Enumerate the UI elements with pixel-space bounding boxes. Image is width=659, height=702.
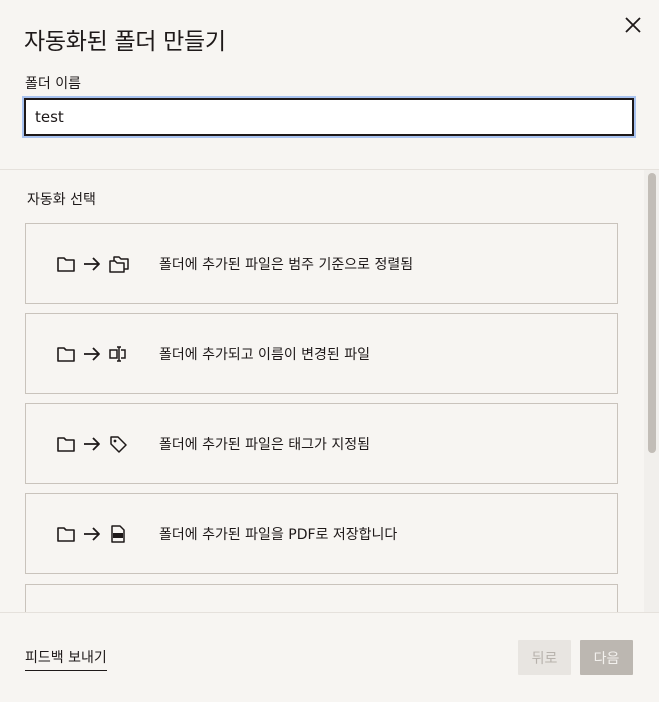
tag-icon: [110, 435, 127, 453]
close-button[interactable]: [620, 12, 646, 38]
folder-name-label: 폴더 이름: [25, 76, 81, 92]
option-icons: [56, 345, 128, 363]
automation-options-list[interactable]: 자동화 선택 폴더에 추가된 파일은 범주 기준으로 정렬됨 폴더에 추가되고 …: [0, 170, 644, 612]
folder-icon: [57, 526, 75, 542]
automation-option-partial[interactable]: [25, 584, 618, 612]
folder-icon: [57, 346, 75, 362]
option-label: 폴더에 추가된 파일은 태그가 지정됨: [159, 436, 370, 453]
arrow-right-icon: [84, 256, 100, 271]
automation-option-sort-by-category[interactable]: 폴더에 추가된 파일은 범주 기준으로 정렬됨: [25, 223, 618, 304]
automation-option-tag-files[interactable]: 폴더에 추가된 파일은 태그가 지정됨: [25, 403, 618, 484]
automation-option-save-as-pdf[interactable]: 폴더에 추가된 파일을 PDF로 저장합니다: [25, 493, 618, 574]
automation-section-label: 자동화 선택: [27, 192, 96, 208]
automation-option-rename-files[interactable]: 폴더에 추가되고 이름이 변경된 파일: [25, 313, 618, 394]
option-label: 폴더에 추가된 파일을 PDF로 저장합니다: [159, 526, 398, 543]
folder-icon: [57, 256, 75, 272]
option-label: 폴더에 추가된 파일은 범주 기준으로 정렬됨: [159, 256, 414, 273]
option-icons: [56, 524, 128, 543]
close-icon: [625, 17, 641, 33]
create-automated-folder-dialog: 자동화된 폴더 만들기 폴더 이름 자동화 선택 폴더에: [0, 0, 659, 702]
folder-name-input[interactable]: [22, 96, 636, 138]
option-icons: [56, 254, 130, 274]
back-button[interactable]: 뒤로: [518, 640, 571, 675]
arrow-right-icon: [84, 526, 100, 541]
folders-icon: [109, 255, 129, 273]
send-feedback-link[interactable]: 피드백 보내기: [25, 647, 107, 671]
pdf-file-icon: [111, 524, 125, 543]
rename-icon: [109, 345, 126, 362]
next-button[interactable]: 다음: [580, 640, 633, 675]
arrow-right-icon: [84, 436, 100, 451]
arrow-right-icon: [84, 346, 100, 361]
scrollbar-thumb[interactable]: [648, 173, 656, 453]
dialog-title: 자동화된 폴더 만들기: [24, 29, 226, 55]
option-icons: [56, 435, 128, 453]
option-label: 폴더에 추가되고 이름이 변경된 파일: [159, 346, 370, 363]
footer-divider: [0, 612, 659, 613]
folder-icon: [57, 436, 75, 452]
